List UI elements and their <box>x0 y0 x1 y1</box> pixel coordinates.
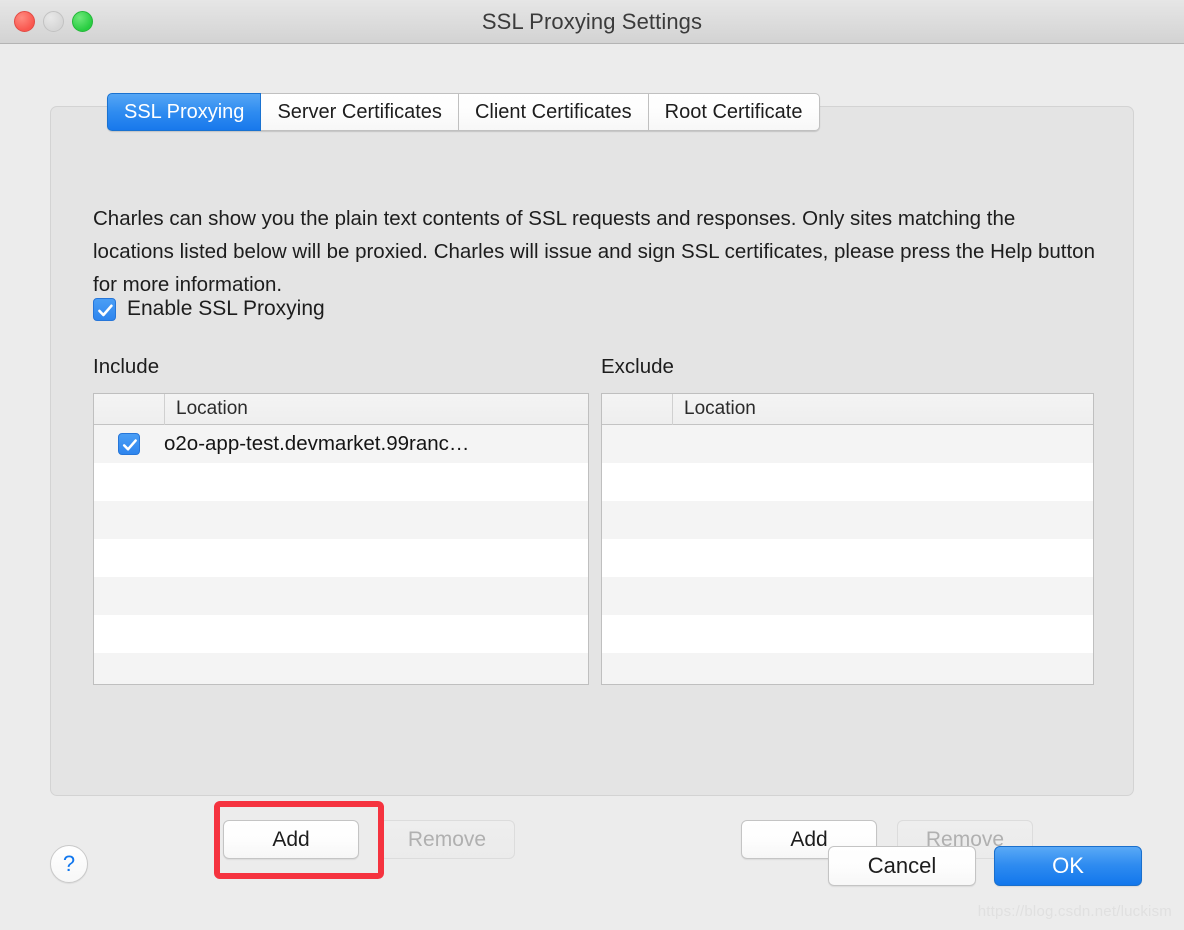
tab-server-certificates[interactable]: Server Certificates <box>261 93 459 131</box>
include-header-location-column: Location <box>164 394 588 425</box>
include-remove-button: Remove <box>379 820 515 859</box>
check-icon <box>122 439 137 451</box>
enable-ssl-proxying-row[interactable]: Enable SSL Proxying <box>93 297 325 321</box>
include-header-checkbox-column <box>94 394 164 425</box>
tab-root-certificate[interactable]: Root Certificate <box>648 93 820 131</box>
include-row-location: o2o-app-test.devmarket.99ranc… <box>164 432 470 455</box>
panel-description: Charles can show you the plain text cont… <box>93 206 1095 296</box>
table-row[interactable] <box>602 539 1093 577</box>
enable-ssl-proxying-label: Enable SSL Proxying <box>127 297 325 320</box>
table-row[interactable] <box>602 425 1093 463</box>
include-table[interactable]: Location o2o-app-test.devmarket.99ranc… <box>93 393 589 685</box>
question-mark-icon: ? <box>62 851 76 876</box>
table-row[interactable] <box>94 577 588 615</box>
tab-label: SSL Proxying <box>124 100 245 123</box>
table-row[interactable] <box>602 577 1093 615</box>
cancel-button[interactable]: Cancel <box>828 846 976 886</box>
table-row[interactable] <box>94 463 588 501</box>
settings-tab-bar: SSL Proxying Server Certificates Client … <box>107 93 820 131</box>
table-row[interactable] <box>602 653 1093 684</box>
exclude-header-location-column: Location <box>672 394 1093 425</box>
table-row[interactable] <box>602 463 1093 501</box>
exclude-section: Exclude Location <box>601 355 1094 685</box>
check-icon <box>98 304 113 316</box>
exclude-header-checkbox-column <box>602 394 672 425</box>
include-row-checkbox[interactable] <box>118 433 140 455</box>
tab-label: Root Certificate <box>664 100 803 123</box>
tab-label: Server Certificates <box>277 100 442 123</box>
table-row[interactable] <box>602 615 1093 653</box>
tab-label: Client Certificates <box>474 100 632 123</box>
include-section: Include Location o2o-app-test.devmarket.… <box>93 355 589 685</box>
include-table-header: Location <box>94 394 588 425</box>
exclude-table[interactable]: Location <box>601 393 1094 685</box>
ssl-proxying-panel: Charles can show you the plain text cont… <box>50 106 1134 879</box>
exclude-table-body <box>602 425 1093 684</box>
ssl-proxying-settings-window: SSL Proxying Settings SSL Proxying Serve… <box>0 0 1184 930</box>
include-button-row: Add Remove <box>223 820 515 859</box>
dialog-button-row: Cancel OK <box>828 846 1142 886</box>
include-add-button[interactable]: Add <box>223 820 359 859</box>
table-row[interactable] <box>602 501 1093 539</box>
include-heading: Include <box>93 355 160 378</box>
exclude-table-header: Location <box>602 394 1093 425</box>
include-row-checkbox-cell[interactable] <box>94 433 164 455</box>
window-title: SSL Proxying Settings <box>481 9 703 34</box>
table-row[interactable] <box>94 539 588 577</box>
help-button[interactable]: ? <box>50 845 88 883</box>
tab-ssl-proxying[interactable]: SSL Proxying <box>107 93 262 131</box>
table-row[interactable] <box>94 653 588 684</box>
table-row[interactable]: o2o-app-test.devmarket.99ranc… <box>94 425 588 463</box>
ok-button[interactable]: OK <box>994 846 1142 886</box>
tab-client-certificates[interactable]: Client Certificates <box>458 93 649 131</box>
watermark: https://blog.csdn.net/luckism <box>977 903 1172 920</box>
window-titlebar: SSL Proxying Settings <box>0 0 1184 44</box>
include-table-body: o2o-app-test.devmarket.99ranc… <box>94 425 588 684</box>
table-row[interactable] <box>94 501 588 539</box>
enable-ssl-proxying-checkbox[interactable] <box>93 297 116 321</box>
exclude-heading: Exclude <box>601 355 674 378</box>
table-row[interactable] <box>94 615 588 653</box>
